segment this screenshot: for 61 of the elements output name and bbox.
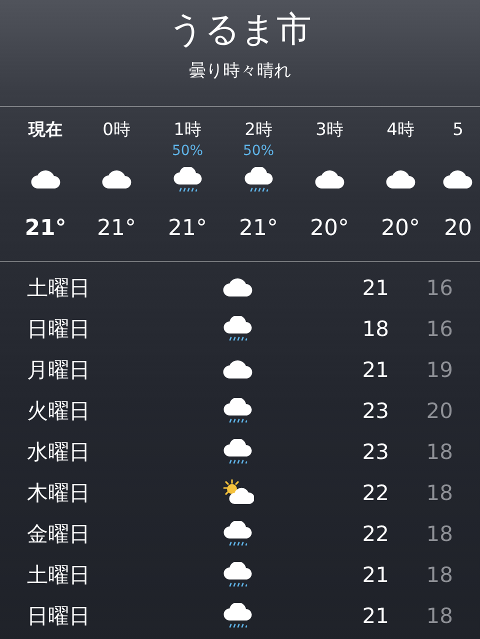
rain-cloud-icon: [223, 562, 253, 588]
low-temperature: 19: [426, 358, 453, 382]
city-name: うるま市: [168, 10, 312, 50]
cloud-icon: [314, 169, 344, 191]
low-temperature: 18: [426, 522, 453, 546]
hour-temperature: 20°: [310, 215, 349, 243]
low-temperature: 20: [426, 398, 453, 422]
low-temperature: 16: [426, 276, 453, 300]
hour-temperature: 21°: [97, 215, 136, 243]
cloud-icon: [223, 358, 253, 380]
rain-cloud-icon: [223, 398, 253, 424]
weather-condition: 曇り時々晴れ: [189, 60, 291, 82]
day-name: 日曜日: [27, 316, 90, 342]
day-name: 水曜日: [27, 438, 90, 466]
sun-cloud-icon: [222, 479, 254, 506]
hour-temperature: 20°: [381, 215, 420, 243]
rain-cloud-icon: [172, 167, 202, 193]
cloud-icon: [102, 169, 132, 191]
low-temperature: 18: [426, 480, 453, 504]
rain-cloud-icon: [223, 602, 253, 628]
high-temperature: 21: [362, 562, 389, 586]
high-temperature: 23: [362, 440, 389, 464]
day-name: 土曜日: [27, 274, 90, 302]
hour-label: 現在: [28, 119, 62, 141]
hour-temperature: 21°: [24, 215, 66, 243]
day-name: 火曜日: [27, 398, 90, 424]
high-temperature: 21: [362, 604, 389, 628]
rain-cloud-icon: [223, 438, 253, 464]
day-name: 月曜日: [27, 356, 90, 384]
day-name: 木曜日: [27, 480, 90, 506]
cloud-icon: [30, 169, 60, 191]
low-temperature: 18: [426, 562, 453, 586]
high-temperature: 22: [362, 522, 389, 546]
high-temperature: 21: [362, 276, 389, 300]
high-temperature: 18: [362, 316, 389, 340]
hour-label: 4時: [386, 119, 414, 141]
day-name: 日曜日: [27, 602, 90, 630]
day-name: 土曜日: [27, 562, 90, 588]
hour-temperature: 20: [444, 215, 472, 243]
cloud-icon: [443, 169, 473, 191]
hour-label: 3時: [316, 119, 344, 141]
high-temperature: 21: [362, 358, 389, 382]
precipitation-chance: 50%: [172, 143, 204, 159]
hour-label: 1時: [174, 119, 202, 141]
precipitation-chance: 50%: [242, 143, 274, 159]
high-temperature: 23: [362, 398, 389, 422]
rain-cloud-icon: [223, 316, 253, 342]
hour-temperature: 21°: [168, 215, 207, 243]
day-name: 金曜日: [27, 520, 90, 548]
rain-cloud-icon: [244, 167, 274, 193]
cloud-icon: [223, 276, 253, 298]
hour-temperature: 21°: [239, 215, 278, 243]
low-temperature: 18: [426, 440, 453, 464]
hour-label: 0時: [102, 119, 130, 141]
hour-label: 5: [452, 119, 464, 141]
cloud-icon: [386, 169, 416, 191]
rain-cloud-icon: [223, 520, 253, 546]
hour-label: 2時: [244, 119, 272, 141]
low-temperature: 18: [426, 604, 453, 628]
high-temperature: 22: [362, 480, 389, 504]
low-temperature: 16: [426, 316, 453, 340]
